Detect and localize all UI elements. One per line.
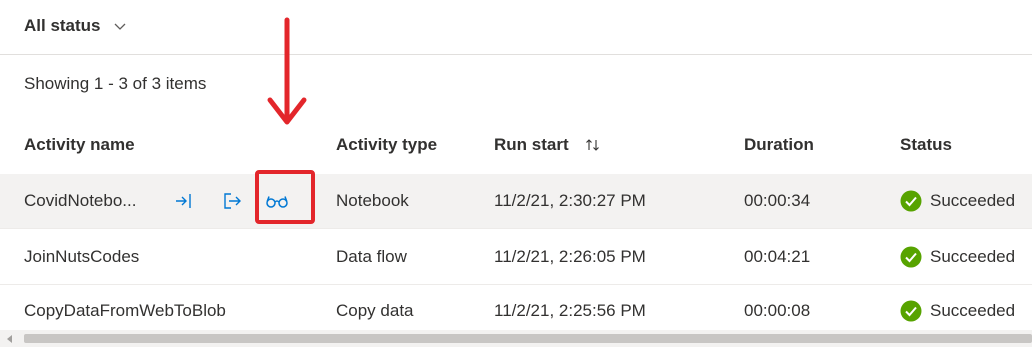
column-header-duration[interactable]: Duration bbox=[744, 122, 814, 168]
glasses-icon[interactable] bbox=[265, 191, 289, 211]
table-row[interactable]: CovidNotebo... Notebook 11/2/21, 2:30:27… bbox=[0, 174, 1032, 229]
checkmark-circle-icon bbox=[900, 190, 922, 212]
status-filter-dropdown[interactable]: All status bbox=[24, 14, 127, 38]
status-label: Succeeded bbox=[930, 247, 1016, 266]
annotation-arrow bbox=[267, 17, 307, 125]
output-button[interactable] bbox=[222, 174, 242, 228]
items-summary: Showing 1 - 3 of 3 items bbox=[24, 74, 207, 93]
input-button[interactable] bbox=[174, 174, 194, 228]
activity-name-cell: CovidNotebo... bbox=[24, 191, 137, 210]
run-start-cell: 11/2/21, 2:30:27 PM bbox=[494, 191, 646, 210]
column-header-status[interactable]: Status bbox=[900, 122, 952, 168]
horizontal-scrollbar[interactable] bbox=[0, 330, 1032, 347]
column-header-activity-type[interactable]: Activity type bbox=[336, 122, 437, 168]
status-cell: Succeeded bbox=[900, 174, 1015, 228]
column-header-activity-name[interactable]: Activity name bbox=[24, 122, 135, 168]
status-label: Succeeded bbox=[930, 301, 1016, 320]
status-filter-label: All status bbox=[24, 16, 101, 35]
activity-type-cell: Data flow bbox=[336, 247, 407, 266]
checkmark-circle-icon bbox=[900, 300, 922, 322]
chevron-down-icon bbox=[114, 23, 125, 30]
table-row[interactable]: JoinNutsCodes Data flow 11/2/21, 2:26:05… bbox=[0, 230, 1032, 285]
output-icon[interactable] bbox=[222, 191, 242, 211]
input-icon[interactable] bbox=[174, 191, 194, 211]
divider bbox=[0, 54, 1032, 55]
status-cell: Succeeded bbox=[900, 230, 1015, 284]
table-header: Activity name Activity type Run start Du… bbox=[0, 122, 1032, 168]
run-start-cell: 11/2/21, 2:26:05 PM bbox=[494, 247, 646, 266]
scrollbar-thumb[interactable] bbox=[24, 334, 1032, 343]
checkmark-circle-icon bbox=[900, 246, 922, 268]
sort-icon[interactable] bbox=[585, 137, 601, 153]
column-header-run-start-label: Run start bbox=[494, 135, 569, 154]
details-button[interactable] bbox=[265, 174, 289, 228]
activity-type-cell: Notebook bbox=[336, 191, 409, 210]
activity-name-cell: JoinNutsCodes bbox=[24, 247, 140, 266]
column-header-run-start[interactable]: Run start bbox=[494, 122, 601, 168]
duration-cell: 00:00:34 bbox=[744, 191, 811, 210]
scroll-left-button[interactable] bbox=[4, 332, 16, 345]
status-label: Succeeded bbox=[930, 191, 1016, 210]
caret-left-icon bbox=[7, 334, 12, 343]
duration-cell: 00:04:21 bbox=[744, 247, 811, 266]
